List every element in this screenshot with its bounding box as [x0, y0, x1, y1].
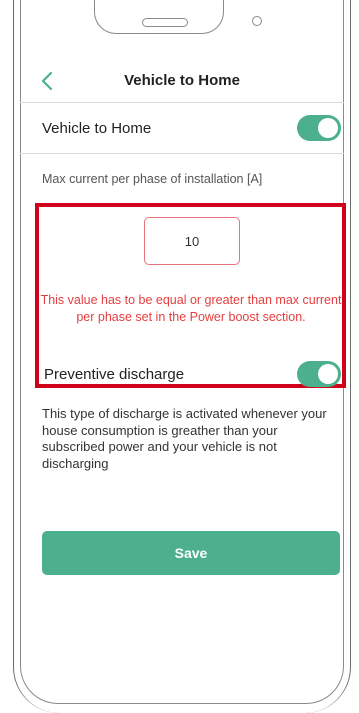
save-button[interactable]: Save: [42, 531, 340, 575]
camera-icon: [252, 16, 262, 26]
header: Vehicle to Home: [20, 64, 344, 98]
preventive-discharge-label: Preventive discharge: [44, 366, 185, 383]
header-divider: [20, 102, 344, 103]
max-current-label: Max current per phase of installation [A…: [42, 172, 263, 186]
preventive-discharge-toggle[interactable]: [297, 361, 341, 387]
preventive-discharge-description: This type of discharge is activated when…: [42, 406, 327, 471]
error-message: This value has to be equal or greater th…: [40, 293, 342, 324]
phone-notch: [94, 0, 224, 34]
toggle-knob: [318, 364, 338, 384]
speaker-icon: [142, 18, 188, 27]
vehicle-to-home-toggle[interactable]: [297, 115, 341, 141]
toggle-knob: [318, 118, 338, 138]
max-current-input[interactable]: 10: [144, 217, 240, 265]
divider: [20, 153, 344, 154]
vehicle-to-home-label: Vehicle to Home: [42, 120, 152, 137]
page-title: Vehicle to Home: [124, 72, 240, 89]
